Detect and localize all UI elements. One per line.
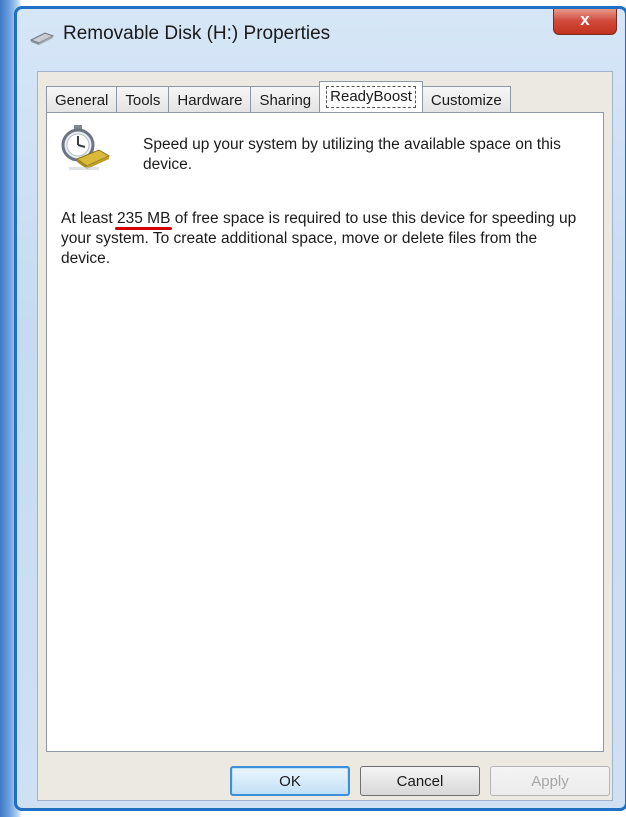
tab-readyboost[interactable]: ReadyBoost bbox=[319, 81, 423, 112]
tab-general[interactable]: General bbox=[46, 86, 118, 112]
properties-dialog: Removable Disk (H:) Properties x General… bbox=[14, 6, 626, 811]
dialog-content: General Tools Hardware Sharing ReadyBoos… bbox=[37, 71, 613, 801]
dialog-button-row: OK Cancel Apply bbox=[38, 762, 612, 802]
close-button[interactable]: x bbox=[553, 9, 617, 35]
close-icon: x bbox=[580, 10, 590, 29]
readyboost-stopwatch-drive-icon bbox=[61, 125, 111, 170]
tab-hardware[interactable]: Hardware bbox=[168, 86, 252, 112]
tab-tools[interactable]: Tools bbox=[116, 86, 170, 112]
tab-label: General bbox=[55, 92, 109, 109]
cancel-button[interactable]: Cancel bbox=[360, 766, 480, 796]
tab-label: Tools bbox=[125, 92, 161, 109]
screenshot: Removable Disk (H:) Properties x General… bbox=[0, 0, 626, 817]
removable-disk-icon bbox=[29, 32, 55, 45]
title-bar[interactable]: Removable Disk (H:) Properties x bbox=[17, 9, 625, 65]
tab-label: Sharing bbox=[259, 92, 312, 109]
tab-sharing[interactable]: Sharing bbox=[250, 86, 321, 112]
required-space-value: 235 MB bbox=[117, 210, 171, 227]
requirement-prefix: At least bbox=[61, 210, 117, 227]
apply-button[interactable]: Apply bbox=[490, 766, 610, 796]
readyboost-intro-text: Speed up your system by utilizing the av… bbox=[143, 136, 561, 173]
tab-label: ReadyBoost bbox=[326, 86, 416, 108]
tab-strip: General Tools Hardware Sharing ReadyBoos… bbox=[46, 81, 511, 112]
readyboost-panel: Speed up your system by utilizing the av… bbox=[46, 112, 604, 752]
tab-label: Hardware bbox=[177, 92, 243, 109]
ok-button[interactable]: OK bbox=[230, 766, 350, 796]
tab-customize[interactable]: Customize bbox=[421, 86, 511, 112]
window-title: Removable Disk (H:) Properties bbox=[63, 23, 331, 44]
readyboost-requirement-text: At least 235 MB of free space is require… bbox=[61, 209, 581, 269]
tab-label: Customize bbox=[430, 92, 502, 109]
